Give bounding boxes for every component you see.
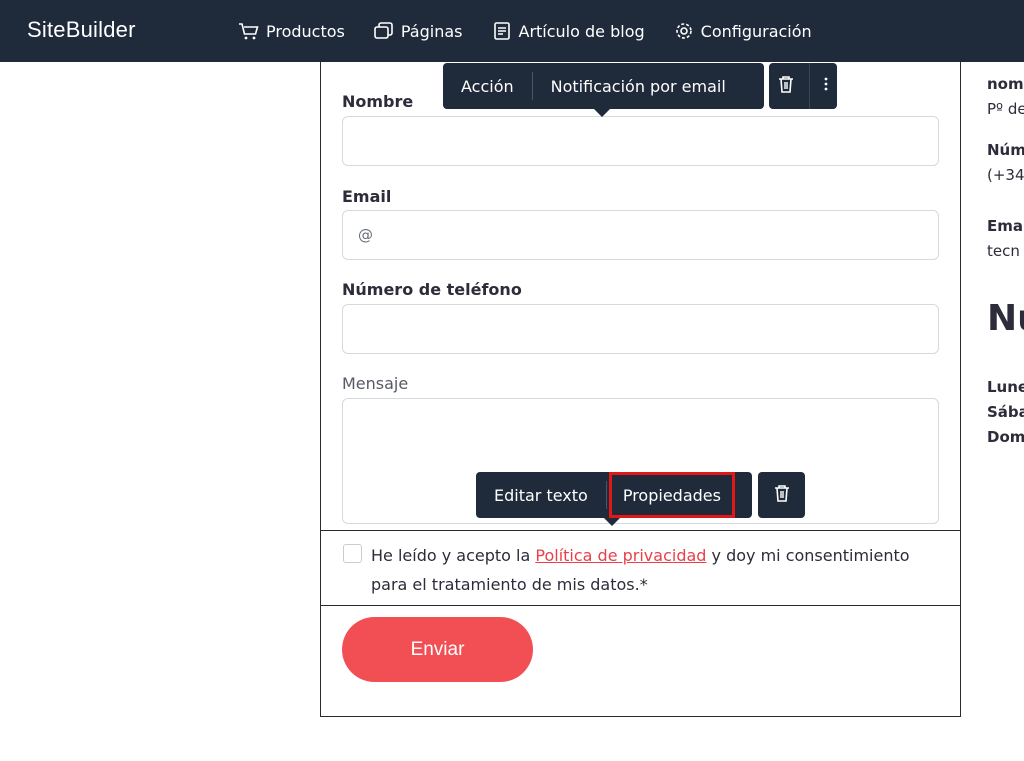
pages-icon: [373, 20, 395, 42]
nav-item-productos[interactable]: Productos: [238, 20, 345, 42]
text-toolbar: Editar texto Propiedades: [476, 472, 752, 518]
edit-text-button[interactable]: Editar texto: [476, 472, 606, 518]
action-button[interactable]: Acción: [443, 63, 532, 109]
consent-text: He leído y acepto la Política de privaci…: [371, 541, 931, 599]
kebab-icon[interactable]: [823, 75, 829, 97]
nav-item-configuracion[interactable]: Configuración: [673, 20, 812, 42]
brand-logo[interactable]: SiteBuilder: [27, 17, 136, 43]
email-label: Email: [342, 187, 392, 206]
toolbar-divider: [605, 481, 607, 509]
sidebar-hours-weekday: Lune: [987, 378, 1024, 396]
name-label: Nombre: [342, 92, 414, 111]
toolbar-pointer: [594, 109, 610, 117]
submit-button[interactable]: Enviar: [342, 617, 533, 682]
sidebar-phone-label: Núm: [987, 141, 1024, 159]
text-toolbar-delete: [758, 472, 805, 518]
field-toolbar: Acción Notificación por email: [443, 63, 764, 109]
cart-icon: [238, 20, 260, 42]
blog-icon: [491, 20, 513, 42]
nav-item-paginas[interactable]: Páginas: [373, 20, 463, 42]
sidebar-email-label: Ema: [987, 217, 1023, 235]
message-label: Mensaje: [342, 374, 409, 393]
nav-label: Páginas: [400, 21, 463, 41]
trash-icon[interactable]: [773, 483, 791, 507]
phone-label: Número de teléfono: [342, 280, 522, 299]
toolbar-pointer: [604, 518, 620, 526]
sidebar-hours-sunday: Dom: [987, 428, 1024, 446]
sidebar-name-label: nom: [987, 75, 1024, 93]
email-field[interactable]: @: [342, 210, 939, 260]
properties-button[interactable]: Propiedades: [608, 472, 735, 518]
trash-icon[interactable]: [777, 74, 795, 98]
top-nav-bar: SiteBuilder Productos Páginas Artículo d…: [0, 0, 1024, 62]
sidebar-phone: (+34: [987, 166, 1024, 184]
consent-checkbox[interactable]: [343, 544, 362, 563]
sidebar-heading: Nu: [987, 298, 1024, 339]
nav-label: Artículo de blog: [518, 21, 645, 41]
phone-field[interactable]: [342, 304, 939, 354]
sidebar-email: tecn: [987, 242, 1020, 260]
nav-label: Configuración: [700, 21, 812, 41]
privacy-policy-link[interactable]: Política de privacidad: [535, 546, 706, 565]
consent-prefix: He leído y acepto la: [371, 546, 536, 565]
nav-label: Productos: [266, 21, 345, 41]
field-toolbar-actions: [769, 63, 837, 109]
main-nav: Productos Páginas Artículo de blog Confi…: [238, 0, 812, 62]
email-notification-button[interactable]: Notificación por email: [533, 63, 744, 109]
nav-item-articulo-blog[interactable]: Artículo de blog: [491, 20, 645, 42]
toolbar-divider: [808, 63, 810, 109]
sidebar-hours-saturday: Sába: [987, 403, 1024, 421]
name-field[interactable]: [342, 116, 939, 166]
sidebar-address: Pº de: [987, 100, 1024, 118]
gear-icon: [673, 20, 695, 42]
